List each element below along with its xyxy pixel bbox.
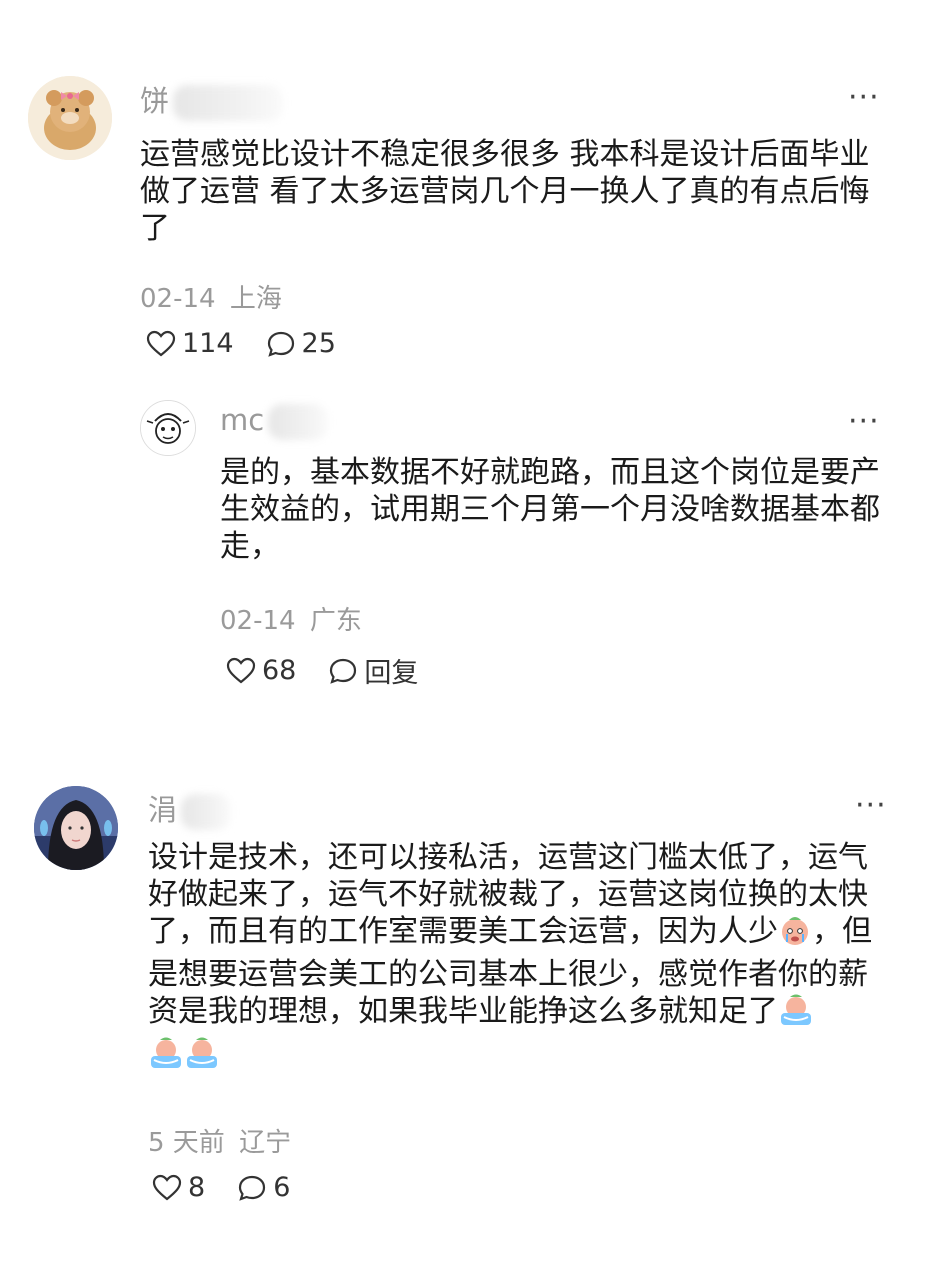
username[interactable]: 饼 (140, 78, 284, 121)
comment-location: 辽宁 (239, 1128, 292, 1158)
comment-count: 6 (273, 1172, 291, 1203)
like-count: 68 (262, 655, 297, 686)
reply-button[interactable]: 回复 (328, 651, 418, 690)
reply-location: 广东 (309, 606, 362, 636)
tears-emoji (148, 1036, 184, 1079)
heart-icon (146, 330, 176, 356)
reply-date: 02-14 (220, 606, 296, 636)
comment-date: 02-14 (140, 284, 216, 314)
username[interactable]: 涓 (148, 787, 232, 830)
comment-text: 设计是技术，还可以接私活，运营这门槛太低了，运气好做起来了，运气不好就被裁了，运… (148, 839, 888, 1079)
avatar[interactable] (28, 76, 112, 160)
reply-actions: 68 回复 (226, 651, 450, 690)
avatar[interactable] (140, 400, 196, 456)
comment-count: 25 (301, 328, 336, 359)
more-dots-icon[interactable]: ··· (848, 83, 880, 113)
comment-button[interactable]: 25 (266, 328, 336, 359)
crying-face-emoji (778, 913, 812, 956)
tears-emoji (184, 1036, 220, 1079)
avatar[interactable] (34, 786, 118, 870)
comment-bubble-icon (330, 658, 357, 684)
like-button[interactable]: 68 (226, 655, 296, 686)
comment-date: 5 天前 (148, 1128, 225, 1158)
more-dots-icon[interactable]: ··· (855, 791, 887, 821)
reply-label: 回复 (364, 658, 419, 689)
comment-bubble-icon (239, 1175, 266, 1201)
tears-emoji (778, 993, 814, 1036)
comment-meta: 5 天前 辽宁 (148, 1122, 291, 1159)
comment-actions: 8 6 (152, 1172, 322, 1203)
like-count: 114 (182, 328, 234, 359)
reply-meta: 02-14 广东 (220, 600, 362, 637)
like-button[interactable]: 114 (146, 328, 234, 359)
username[interactable]: mc (220, 403, 329, 440)
comment-text: 运营感觉比设计不稳定很多很多 我本科是设计后面毕业做了运营 看了太多运营岗几个月… (140, 137, 870, 246)
reply-text: 是的，基本数据不好就跑路，而且这个岗位是要产生效益的，试用期三个月第一个月没啥数… (220, 455, 880, 564)
like-count: 8 (188, 1172, 206, 1203)
comment-actions: 114 25 (146, 328, 368, 359)
comment-button[interactable]: 6 (237, 1172, 290, 1203)
comment-meta: 02-14 上海 (140, 278, 282, 315)
comment-bubble-icon (267, 331, 294, 357)
comment-location: 上海 (229, 284, 282, 314)
more-dots-icon[interactable]: ··· (848, 407, 880, 437)
heart-icon (226, 657, 256, 683)
like-button[interactable]: 8 (152, 1172, 205, 1203)
heart-icon (152, 1174, 182, 1200)
